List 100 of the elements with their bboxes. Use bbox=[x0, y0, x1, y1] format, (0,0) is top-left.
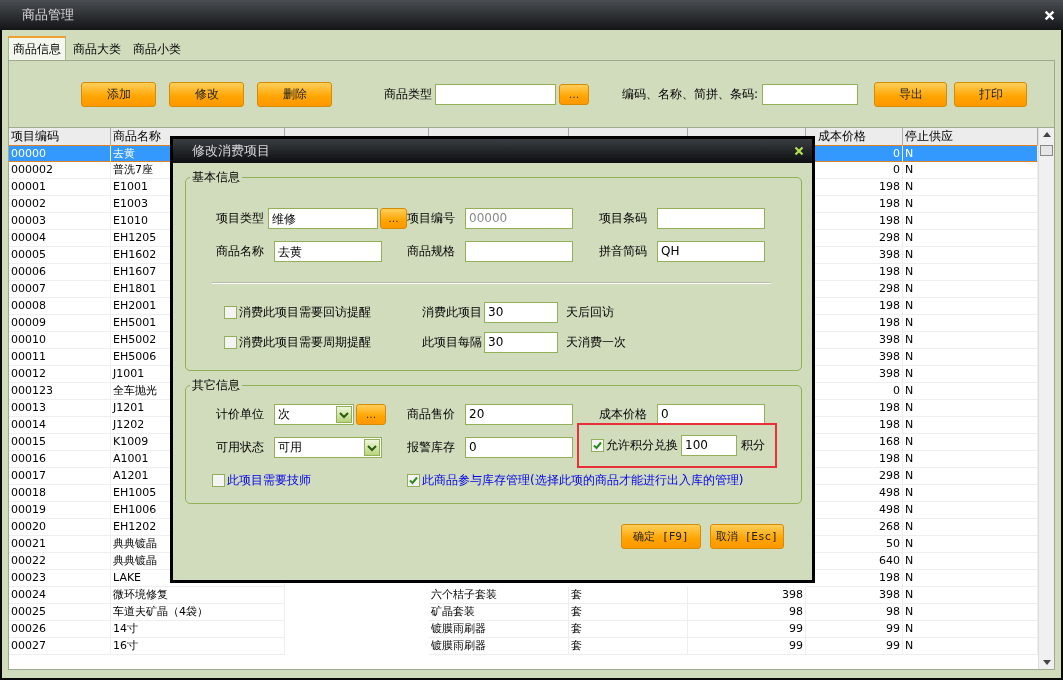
dropdown-field[interactable]: 次 bbox=[274, 404, 354, 425]
table-cell: 98 bbox=[688, 604, 806, 621]
table-cell: 套 bbox=[569, 621, 688, 638]
input-field[interactable]: 维修 bbox=[268, 208, 378, 229]
table-cell: N bbox=[903, 519, 1038, 536]
browse-button[interactable]: ... bbox=[380, 208, 407, 229]
table-cell: 00006 bbox=[9, 264, 111, 281]
toolbar-button[interactable]: 打印 bbox=[954, 81, 1028, 107]
toolbar-button[interactable]: 删除 bbox=[257, 81, 332, 107]
input-field[interactable]: QH bbox=[657, 241, 765, 262]
table-cell: 00005 bbox=[9, 247, 111, 264]
search-field[interactable] bbox=[762, 83, 859, 105]
table-cell: 00000 bbox=[9, 145, 111, 162]
table-cell: N bbox=[903, 298, 1038, 315]
table-cell: N bbox=[903, 434, 1038, 451]
field-label: 项目编号 bbox=[407, 210, 456, 227]
table-cell: N bbox=[903, 604, 1038, 621]
table-cell: 198 bbox=[806, 570, 903, 587]
scrollbar[interactable] bbox=[1038, 128, 1054, 669]
table-cell: 矿晶套装 bbox=[429, 604, 569, 621]
field-label: 此项目每隔 bbox=[421, 334, 482, 351]
table-cell: 00015 bbox=[9, 434, 111, 451]
table-cell: 00014 bbox=[9, 417, 111, 434]
table-cell: N bbox=[903, 451, 1038, 468]
input-field[interactable]: 20 bbox=[465, 404, 573, 425]
input-field[interactable]: 0 bbox=[465, 437, 573, 458]
checkbox[interactable] bbox=[224, 306, 237, 319]
input-field[interactable]: 去黄 bbox=[274, 241, 382, 262]
table-cell: 398 bbox=[806, 587, 903, 604]
input-field[interactable]: 30 bbox=[484, 332, 558, 353]
field-label: 商品规格 bbox=[407, 243, 456, 260]
table-cell: 000123 bbox=[9, 383, 111, 400]
table-cell: N bbox=[903, 349, 1038, 366]
checkbox[interactable] bbox=[224, 336, 237, 349]
field-label: 报警库存 bbox=[407, 439, 456, 456]
input-field[interactable]: 100 bbox=[681, 435, 737, 456]
input-field[interactable] bbox=[435, 83, 556, 105]
dialog-button[interactable]: 确定 [F9] bbox=[621, 524, 701, 549]
column-header[interactable]: 项目编码 bbox=[9, 128, 111, 145]
table-cell: 00017 bbox=[9, 468, 111, 485]
column-header[interactable]: 停止供应 bbox=[903, 128, 1038, 145]
toolbar-button[interactable]: 修改 bbox=[169, 81, 244, 107]
table-cell: 00024 bbox=[9, 587, 111, 604]
checkbox-label: 此商品参与库存管理(选择此项的商品才能进行出入库的管理) bbox=[422, 472, 744, 489]
toolbar-button[interactable]: 添加 bbox=[81, 81, 156, 107]
table-cell: 00026 bbox=[9, 621, 111, 638]
checkbox[interactable] bbox=[407, 474, 420, 487]
scroll-up-icon[interactable] bbox=[1043, 132, 1051, 137]
checkbox[interactable] bbox=[591, 439, 604, 452]
table-cell: 00020 bbox=[9, 519, 111, 536]
table-cell: 00004 bbox=[9, 230, 111, 247]
input-field[interactable]: 0 bbox=[657, 404, 765, 425]
unit-label: 积分 bbox=[741, 437, 765, 454]
table-cell: N bbox=[903, 230, 1038, 247]
unit-label: 天后回访 bbox=[566, 304, 614, 321]
column-header[interactable]: 成本价格 bbox=[806, 128, 903, 145]
browse-button[interactable]: ... bbox=[356, 404, 386, 425]
table-cell: 00009 bbox=[9, 315, 111, 332]
table-cell: N bbox=[903, 621, 1038, 638]
close-icon[interactable] bbox=[794, 146, 804, 156]
table-cell: 000002 bbox=[9, 162, 111, 179]
field-label: 成本价格 bbox=[599, 406, 648, 423]
table-cell: 00001 bbox=[9, 179, 111, 196]
input-field[interactable] bbox=[657, 208, 765, 229]
dialog-button[interactable]: 取消 [Esc] bbox=[710, 524, 784, 549]
dropdown-field[interactable]: 可用 bbox=[274, 437, 382, 458]
field-label: 编码、名称、简拼、条码: bbox=[622, 85, 759, 103]
table-cell: 00016 bbox=[9, 451, 111, 468]
tab[interactable]: 商品信息 bbox=[8, 36, 66, 60]
table-cell: N bbox=[903, 587, 1038, 604]
table-cell: N bbox=[903, 145, 1038, 162]
table-cell: 00008 bbox=[9, 298, 111, 315]
dialog-title: 修改消费项目 bbox=[192, 142, 270, 160]
table-cell: N bbox=[903, 553, 1038, 570]
table-cell: 镀膜雨刷器 bbox=[429, 638, 569, 655]
table-cell: N bbox=[903, 536, 1038, 553]
table-cell: N bbox=[903, 179, 1038, 196]
input-field[interactable]: 30 bbox=[484, 302, 558, 323]
table-cell: N bbox=[903, 383, 1038, 400]
table-cell: 99 bbox=[688, 638, 806, 655]
table-cell: 车道夫矿晶（4袋） bbox=[111, 604, 285, 621]
table-cell: 99 bbox=[806, 638, 903, 655]
table-cell: N bbox=[903, 196, 1038, 213]
table-cell: N bbox=[903, 162, 1038, 179]
table-cell: 00013 bbox=[9, 400, 111, 417]
table-cell: 398 bbox=[688, 587, 806, 604]
field-label: 项目类型 bbox=[216, 210, 265, 227]
browse-button[interactable]: ... bbox=[559, 83, 589, 105]
toolbar-button[interactable]: 导出 bbox=[874, 81, 948, 107]
input-field: 00000 bbox=[465, 208, 573, 229]
table-cell: N bbox=[903, 264, 1038, 281]
table-cell: 00021 bbox=[9, 536, 111, 553]
scroll-down-icon[interactable] bbox=[1043, 660, 1051, 665]
table-cell: 00018 bbox=[9, 485, 111, 502]
input-field[interactable] bbox=[465, 241, 573, 262]
table-cell: 00023 bbox=[9, 570, 111, 587]
checkbox[interactable] bbox=[212, 474, 225, 487]
table-cell: N bbox=[903, 570, 1038, 587]
window-title: 商品管理 bbox=[22, 6, 74, 24]
scroll-thumb[interactable] bbox=[1040, 145, 1053, 156]
